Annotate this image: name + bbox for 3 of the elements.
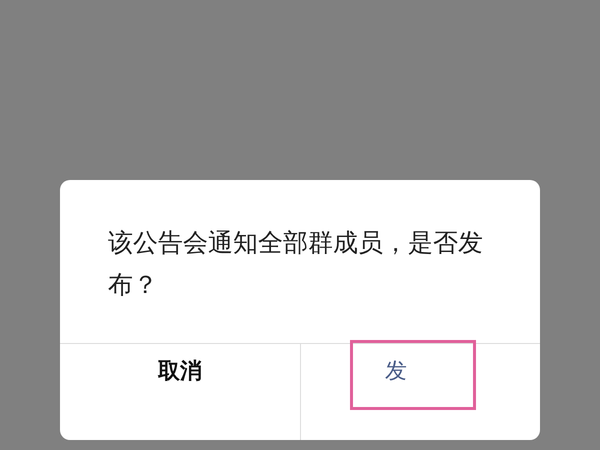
confirm-button[interactable]: 发 [300, 344, 540, 440]
cancel-button[interactable]: 取消 [60, 344, 300, 440]
dialog-message: 该公告会通知全部群成员，是否发布？ [108, 227, 484, 301]
